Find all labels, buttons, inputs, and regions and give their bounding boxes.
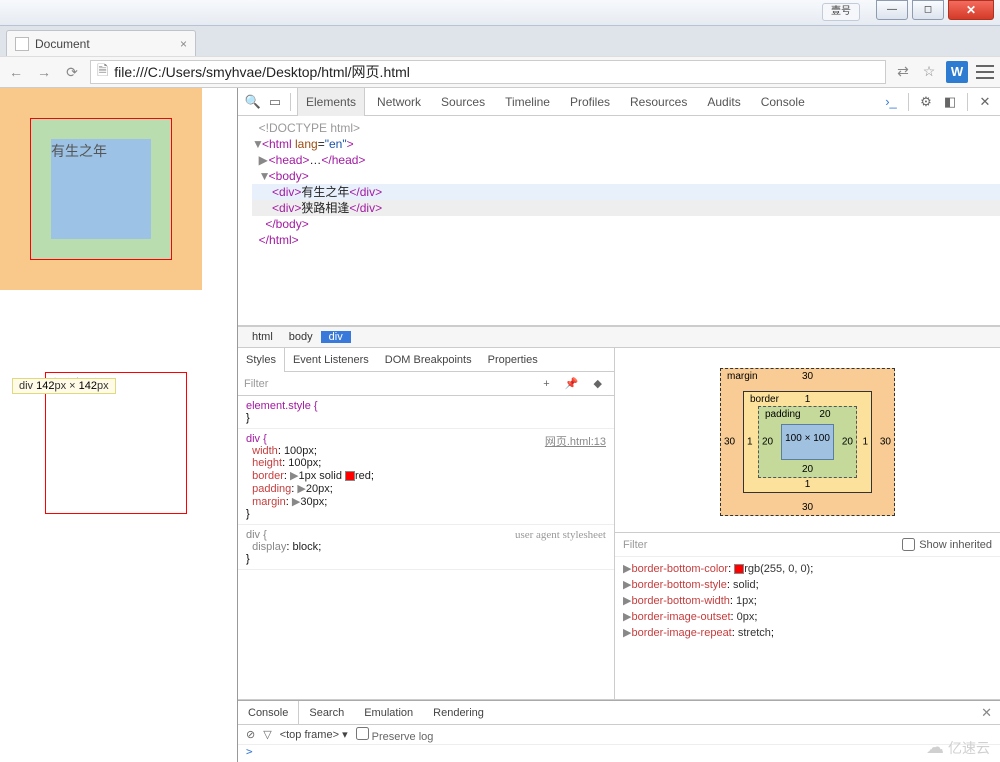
tab-profiles[interactable]: Profiles <box>562 88 618 116</box>
crumb-div[interactable]: div <box>321 331 351 343</box>
dom-head[interactable]: ▶<head>…</head> <box>252 152 1000 168</box>
watermark: ☁ 亿速云 <box>926 737 990 758</box>
filter-placeholder: Filter <box>244 378 268 390</box>
show-inherited-checkbox[interactable]: Show inherited <box>902 538 992 551</box>
styles-pane: Styles Event Listeners DOM Breakpoints P… <box>238 348 615 699</box>
styles-tabs: Styles Event Listeners DOM Breakpoints P… <box>238 348 614 372</box>
devtools-close-icon[interactable]: ✕ <box>976 94 994 110</box>
tab-audits[interactable]: Audits <box>699 88 748 116</box>
breadcrumb: html body div <box>238 326 1000 348</box>
tab-resources[interactable]: Resources <box>622 88 695 116</box>
dom-div2[interactable]: <div>狭路相逢</div> <box>252 200 1000 216</box>
menu-icon[interactable] <box>976 65 994 79</box>
computed-list[interactable]: ▶border-bottom-color: rgb(255, 0, 0); ▶b… <box>615 557 1000 699</box>
color-swatch-icon <box>734 564 744 574</box>
console-toggle-icon[interactable]: ›_ <box>882 94 900 109</box>
tab-console[interactable]: Console <box>753 88 813 116</box>
dom-body-close: </body> <box>252 216 1000 232</box>
bookmark-icon[interactable]: ☆ <box>920 63 938 81</box>
device-icon[interactable]: ▭ <box>266 94 284 110</box>
tab-elements[interactable]: Elements <box>297 88 365 116</box>
box1-content: 有生之年 <box>51 139 151 239</box>
dom-doctype: <!DOCTYPE html> <box>252 120 1000 136</box>
drawer-tab-search[interactable]: Search <box>299 701 354 725</box>
rule-div[interactable]: 网页.html:13 div { width: 100px; height: 1… <box>238 429 614 525</box>
elements-tree[interactable]: <!DOCTYPE html> ▼<html lang="en"> ▶<head… <box>238 116 1000 326</box>
dimension-tooltip: div 142px × 142px <box>12 378 116 394</box>
rule-elementstyle[interactable]: element.style { } <box>238 396 614 429</box>
address-bar[interactable]: 🗎 file:///C:/Users/smyhvae/Desktop/html/… <box>90 60 886 84</box>
computed-filter[interactable]: Filter Show inherited <box>615 533 1000 557</box>
filter-icon[interactable]: ▽ <box>263 728 271 741</box>
extension-icon[interactable]: W <box>946 61 968 83</box>
dom-html[interactable]: ▼<html lang="en"> <box>252 136 1000 152</box>
toolbar: ← → ⟳ 🗎 file:///C:/Users/smyhvae/Desktop… <box>0 56 1000 88</box>
dock-icon[interactable]: ◧ <box>941 94 959 110</box>
forward-button[interactable]: → <box>34 62 54 82</box>
tab-title: Document <box>35 37 90 51</box>
styles-filter[interactable]: Filter + 📌 ◆ <box>238 372 614 396</box>
bm-border-label: border <box>750 394 779 405</box>
devtools: 🔍 ▭ Elements Network Sources Timeline Pr… <box>238 88 1000 762</box>
drawer-tab-emulation[interactable]: Emulation <box>354 701 423 725</box>
maximize-button[interactable]: ◻ <box>912 0 944 20</box>
stab-props[interactable]: Properties <box>480 348 546 372</box>
rule-ua-label: user agent stylesheet <box>515 529 606 541</box>
box-model[interactable]: margin 30 30 30 30 border 1 1 1 1 padd <box>615 348 1000 533</box>
bm-padding-label: padding <box>765 409 801 420</box>
stab-listeners[interactable]: Event Listeners <box>285 348 377 372</box>
crumb-html[interactable]: html <box>244 331 281 343</box>
inspect-icon[interactable]: 🔍 <box>244 94 262 110</box>
page-viewport: 有生之年 狭路相逢 div 142px × 142px <box>0 88 238 762</box>
favicon-icon <box>15 37 29 51</box>
url-text: file:///C:/Users/smyhvae/Desktop/html/网页… <box>114 62 410 82</box>
computed-pane: margin 30 30 30 30 border 1 1 1 1 padd <box>615 348 1000 699</box>
page-icon: 🗎 <box>97 60 108 84</box>
console-drawer: Console Search Emulation Rendering ✕ ⊘ ▽… <box>238 700 1000 762</box>
drawer-tab-console[interactable]: Console <box>238 701 299 725</box>
bm-margin-label: margin <box>727 371 758 382</box>
window-close-button[interactable]: ✕ <box>948 0 994 20</box>
box1: 有生之年 <box>30 118 172 260</box>
preserve-log-checkbox[interactable]: Preserve log <box>356 727 434 743</box>
box1-margin: 有生之年 <box>0 88 202 290</box>
tab-close-icon[interactable]: × <box>180 37 187 51</box>
minimize-button[interactable]: — <box>876 0 908 20</box>
console-prompt[interactable]: > <box>238 745 1000 758</box>
clear-console-icon[interactable]: ⊘ <box>246 728 255 741</box>
tab-network[interactable]: Network <box>369 88 429 116</box>
cloud-icon: ☁ <box>926 737 944 758</box>
rules-list: element.style { } 网页.html:13 div { width… <box>238 396 614 699</box>
stab-styles[interactable]: Styles <box>238 348 285 372</box>
frame-selector[interactable]: <top frame> ▾ <box>280 728 348 741</box>
tab-timeline[interactable]: Timeline <box>497 88 558 116</box>
computed-filter-text: Filter <box>623 539 647 551</box>
rule-source-link[interactable]: 网页.html:13 <box>545 433 606 449</box>
settings-icon[interactable]: ⚙ <box>917 94 935 110</box>
dom-body[interactable]: ▼<body> <box>252 168 1000 184</box>
reload-button[interactable]: ⟳ <box>62 62 82 82</box>
dom-html-close: </html> <box>252 232 1000 248</box>
back-button[interactable]: ← <box>6 62 26 82</box>
rule-ua[interactable]: user agent stylesheet div { display: blo… <box>238 525 614 570</box>
window-titlebar: 壹号 — ◻ ✕ <box>0 0 1000 26</box>
bm-content: 100 × 100 <box>781 424 834 460</box>
window-badge: 壹号 <box>822 3 860 21</box>
color-swatch-icon[interactable] <box>345 471 355 481</box>
devtools-toolbar: 🔍 ▭ Elements Network Sources Timeline Pr… <box>238 88 1000 116</box>
translate-icon[interactable]: ⇄ <box>894 63 912 81</box>
crumb-body[interactable]: body <box>281 331 321 343</box>
drawer-tab-rendering[interactable]: Rendering <box>423 701 494 725</box>
stab-dombp[interactable]: DOM Breakpoints <box>377 348 480 372</box>
styles-filter-icons[interactable]: + 📌 ◆ <box>543 377 608 390</box>
drawer-close-icon[interactable]: ✕ <box>973 705 1000 721</box>
tab-strip: Document × <box>0 26 1000 56</box>
dom-div1[interactable]: <div>有生之年</div> <box>252 184 1000 200</box>
tab-sources[interactable]: Sources <box>433 88 493 116</box>
browser-tab[interactable]: Document × <box>6 30 196 56</box>
